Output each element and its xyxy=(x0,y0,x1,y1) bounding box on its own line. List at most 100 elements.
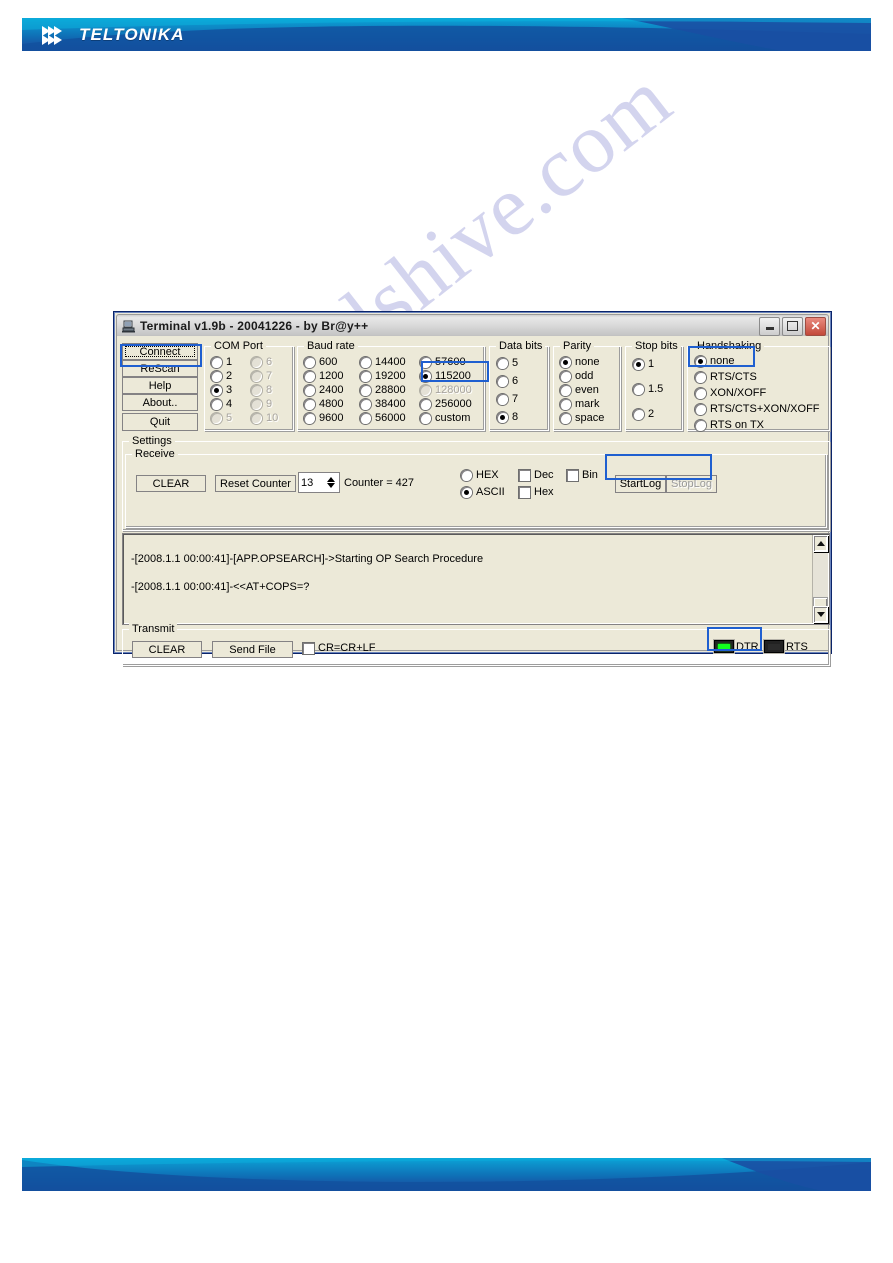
radio-icon xyxy=(633,384,644,395)
com-port-radio-2[interactable]: 2 xyxy=(211,371,232,382)
close-button[interactable]: ✕ xyxy=(805,316,826,336)
radio-icon xyxy=(211,413,222,424)
data-bits-radio-5[interactable]: 5 xyxy=(497,358,518,369)
parity-radio-even[interactable]: even xyxy=(560,385,599,396)
receive-format-hex-label: HEX xyxy=(476,469,499,481)
about-label: About.. xyxy=(142,396,178,409)
help-button[interactable]: Help xyxy=(122,377,198,394)
com-port-label-10: 10 xyxy=(266,412,279,424)
stop-bits-radio-1[interactable]: 1 xyxy=(633,359,654,370)
terminal-scrollbar[interactable] xyxy=(812,535,828,623)
dtr-indicator[interactable]: DTR xyxy=(714,640,759,653)
baud-radio-38400[interactable]: 38400 xyxy=(360,399,406,410)
receive-interval-spinner[interactable] xyxy=(324,477,337,488)
parity-label-mark: mark xyxy=(575,398,600,410)
handshaking-radio-xonxoff[interactable]: XON/XOFF xyxy=(695,388,766,399)
quit-label: Quit xyxy=(149,416,171,428)
radio-icon xyxy=(695,356,706,367)
baud-radio-custom[interactable]: custom xyxy=(420,413,470,424)
parity-label-even: even xyxy=(575,384,599,396)
baud-radio-14400[interactable]: 14400 xyxy=(360,357,406,368)
baud-radio-28800[interactable]: 28800 xyxy=(360,385,406,396)
reset-counter-button[interactable]: Reset Counter xyxy=(215,475,296,492)
parity-radio-mark[interactable]: mark xyxy=(560,399,599,410)
baud-radio-115200[interactable]: 115200 xyxy=(420,371,471,382)
baud-radio-2400[interactable]: 2400 xyxy=(304,385,343,396)
receive-clear-button[interactable]: CLEAR xyxy=(136,475,206,492)
stop-log-button: StopLog xyxy=(666,475,717,493)
receive-interval-value: 13 xyxy=(301,476,314,489)
quit-button[interactable]: Quit xyxy=(122,413,198,431)
maximize-button[interactable] xyxy=(782,316,803,336)
parity-radio-odd[interactable]: odd xyxy=(560,371,593,382)
com-port-radio-1[interactable]: 1 xyxy=(211,357,232,368)
com-port-radio-4[interactable]: 4 xyxy=(211,399,232,410)
page-footer-banner xyxy=(22,1158,871,1191)
baud-radio-4800[interactable]: 4800 xyxy=(304,399,343,410)
start-log-button[interactable]: StartLog xyxy=(615,475,666,493)
scroll-down-button[interactable] xyxy=(813,606,828,623)
handshaking-radio-rtscts[interactable]: RTS/CTS xyxy=(695,372,757,383)
parity-radio-none[interactable]: none xyxy=(560,357,599,368)
baud-radio-600[interactable]: 600 xyxy=(304,357,337,368)
rts-indicator[interactable]: RTS xyxy=(764,640,808,653)
data-bits-radio-6[interactable]: 6 xyxy=(497,376,518,387)
receive-format-hex-radio[interactable]: HEX xyxy=(461,470,499,481)
com-port-label-6: 6 xyxy=(266,356,273,368)
handshaking-radio-none[interactable]: none xyxy=(695,356,734,367)
transmit-clear-button[interactable]: CLEAR xyxy=(132,641,202,658)
receive-format-ascii-radio[interactable]: ASCII xyxy=(461,487,505,498)
data-bits-radio-7[interactable]: 7 xyxy=(497,394,518,405)
cr-lf-checkbox[interactable]: CR=CR+LF xyxy=(303,643,375,654)
spinner-down-icon[interactable] xyxy=(326,483,335,488)
rescan-button[interactable]: ReScan xyxy=(122,360,198,377)
about-button[interactable]: About.. xyxy=(122,394,198,411)
baud-radio-56000[interactable]: 56000 xyxy=(360,413,406,424)
receive-hex-label: Hex xyxy=(534,486,554,498)
radio-icon xyxy=(304,371,315,382)
receive-hex-checkbox[interactable]: Hex xyxy=(519,487,554,498)
terminal-output-area[interactable]: -[2008.1.1 00:00:41]-[APP.OPSEARCH]->Sta… xyxy=(122,533,830,625)
com-port-label-9: 9 xyxy=(266,398,273,410)
handshaking-legend: Handshaking xyxy=(694,340,765,352)
baud-radio-1200[interactable]: 1200 xyxy=(304,371,343,382)
spinner-up-icon[interactable] xyxy=(326,477,335,482)
radio-icon xyxy=(420,371,431,382)
radio-icon xyxy=(420,357,431,368)
stop-bits-radio-1-5[interactable]: 1.5 xyxy=(633,384,663,395)
radio-icon xyxy=(251,371,262,382)
receive-interval-input[interactable]: 13 xyxy=(298,472,340,493)
radio-icon xyxy=(560,357,571,368)
close-icon: ✕ xyxy=(810,319,821,333)
baud-radio-256000[interactable]: 256000 xyxy=(420,399,472,410)
parity-radio-space[interactable]: space xyxy=(560,413,604,424)
dtr-led-icon xyxy=(714,640,734,653)
radio-icon xyxy=(560,385,571,396)
window-titlebar[interactable]: Terminal v1.9b - 20041226 - by Br@y++ ✕ xyxy=(116,314,829,338)
receive-dec-checkbox[interactable]: Dec xyxy=(519,470,554,481)
baud-radio-19200[interactable]: 19200 xyxy=(360,371,406,382)
radio-icon xyxy=(211,371,222,382)
handshaking-radio-rtsontx[interactable]: RTS on TX xyxy=(695,420,764,431)
radio-icon xyxy=(695,404,706,415)
radio-icon xyxy=(695,388,706,399)
connect-button[interactable]: Connect xyxy=(122,343,198,360)
baud-radio-9600[interactable]: 9600 xyxy=(304,413,343,424)
radio-icon xyxy=(360,413,371,424)
send-file-button[interactable]: Send File xyxy=(212,641,293,658)
baud-label-38400: 38400 xyxy=(375,398,406,410)
scroll-up-button[interactable] xyxy=(813,535,828,552)
help-label: Help xyxy=(148,379,172,392)
com-port-radio-3[interactable]: 3 xyxy=(211,385,232,396)
com-port-radio-6: 6 xyxy=(251,357,272,368)
stop-bits-radio-2[interactable]: 2 xyxy=(633,409,654,420)
handshaking-radio-both[interactable]: RTS/CTS+XON/XOFF xyxy=(695,404,820,415)
radio-icon xyxy=(304,357,315,368)
rescan-label: ReScan xyxy=(140,362,180,375)
radio-icon xyxy=(420,385,431,396)
receive-group: Receive CLEAR Reset Counter 13 Counter =… xyxy=(125,448,827,528)
minimize-button[interactable] xyxy=(759,316,780,336)
receive-bin-checkbox[interactable]: Bin xyxy=(567,470,598,481)
baud-radio-57600[interactable]: 57600 xyxy=(420,357,466,368)
data-bits-radio-8[interactable]: 8 xyxy=(497,412,518,423)
